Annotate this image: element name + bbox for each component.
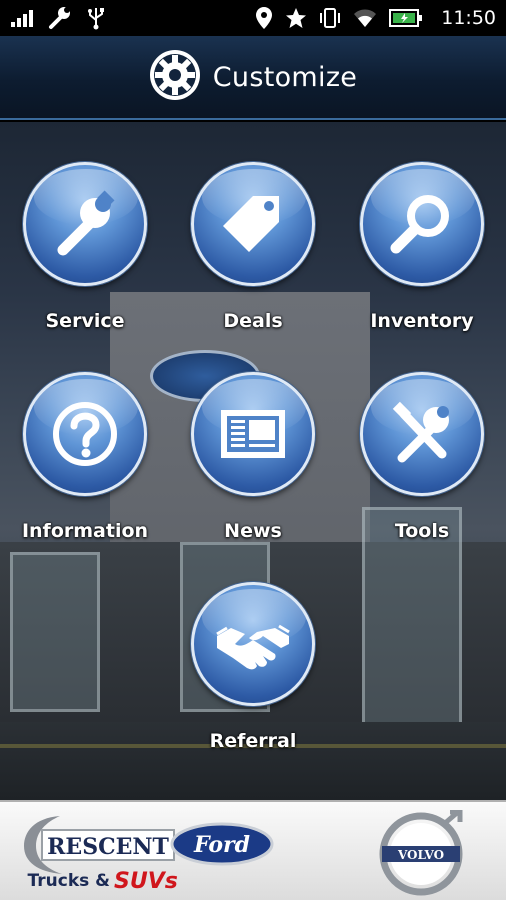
clock: 11:50 — [441, 7, 496, 29]
wrench-icon — [48, 6, 72, 30]
wifi-icon — [353, 6, 377, 30]
svg-text:Trucks &: Trucks & — [28, 871, 111, 891]
crescent-ford-logo[interactable]: RESCENT Ford Trucks & SUVs — [20, 812, 280, 894]
deals-button[interactable] — [191, 162, 315, 286]
tools-icon — [392, 401, 449, 463]
referral-label: Referral — [209, 730, 297, 752]
handshake-icon — [216, 624, 290, 670]
service-label: Service — [45, 310, 125, 332]
inventory-button[interactable] — [360, 162, 484, 286]
menu-tile-service[interactable]: Service — [1, 162, 169, 352]
tools-button[interactable] — [360, 372, 484, 496]
usb-icon — [86, 6, 106, 30]
newspaper-icon — [221, 410, 285, 458]
referral-button[interactable] — [191, 582, 315, 706]
deals-label: Deals — [223, 310, 283, 332]
signal-icon — [10, 6, 34, 30]
news-button[interactable] — [191, 372, 315, 496]
status-bar: 11:50 — [0, 0, 506, 36]
volvo-logo[interactable]: VOLVO — [378, 810, 468, 896]
svg-text:SUVs: SUVs — [114, 869, 178, 894]
footer-banner: RESCENT Ford Trucks & SUVs VOLVO — [0, 800, 506, 900]
magnifier-icon — [390, 195, 449, 254]
service-button[interactable] — [23, 162, 147, 286]
star-icon — [285, 6, 307, 30]
tools-label: Tools — [394, 520, 450, 542]
news-label: News — [224, 520, 282, 542]
question-icon — [53, 402, 117, 466]
menu-tile-referral[interactable]: Referral — [169, 582, 337, 772]
location-icon — [255, 6, 273, 30]
inventory-label: Inventory — [370, 310, 474, 332]
svg-text:RESCENT: RESCENT — [47, 834, 169, 860]
gear-icon — [149, 49, 201, 105]
information-button[interactable] — [23, 372, 147, 496]
tag-icon — [223, 196, 279, 252]
menu-tile-inventory[interactable]: Inventory — [338, 162, 506, 352]
menu-tile-information[interactable]: Information — [1, 372, 169, 562]
app-header: Customize — [0, 36, 506, 120]
svg-text:VOLVO: VOLVO — [397, 848, 444, 862]
menu-tile-tools[interactable]: Tools — [338, 372, 506, 562]
page-title: Customize — [212, 61, 358, 93]
menu-tile-deals[interactable]: Deals — [169, 162, 337, 352]
wrench-icon — [57, 190, 115, 256]
information-label: Information — [21, 520, 149, 542]
menu-tile-news[interactable]: News — [169, 372, 337, 562]
svg-text:Ford: Ford — [193, 832, 250, 858]
battery-icon — [389, 6, 423, 30]
vibrate-icon — [319, 6, 341, 30]
